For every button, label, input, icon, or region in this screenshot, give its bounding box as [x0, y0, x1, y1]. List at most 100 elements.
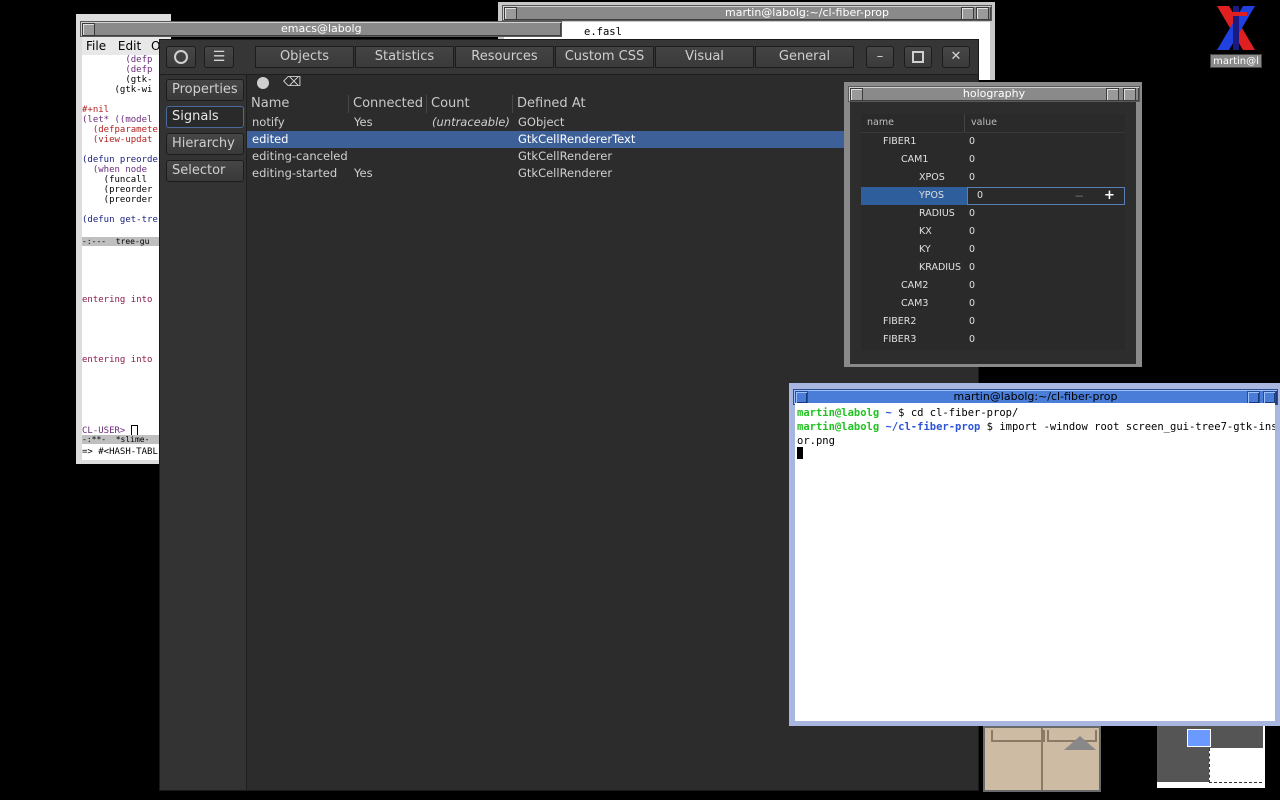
tab-resources[interactable]: Resources: [455, 46, 554, 68]
prompt-user: martin@labolg: [797, 421, 880, 433]
menu-file[interactable]: File: [86, 39, 106, 53]
sidebar-item-hierarchy[interactable]: Hierarchy: [166, 133, 244, 155]
value-spin-button[interactable]: 0 − +: [967, 187, 1125, 205]
tree-row[interactable]: YPOS 0 − +: [861, 187, 1125, 205]
column-header-name[interactable]: Name: [247, 95, 349, 113]
tree-row[interactable]: FIBER3 0: [861, 331, 1125, 349]
inspector-headerbar: ☰ Objects Statistics Resources Custom CSS Vi…: [160, 40, 978, 75]
code-line: (gtk-: [82, 75, 153, 85]
parameter-tree[interactable]: name value FIBER1 0 CAM1 0 XPOS 0 YPOS 0− + RADIU…: [861, 114, 1125, 350]
holography-content: name value FIBER1 0 CAM1 0 XPOS 0 YPOS 0− + RADIU…: [850, 102, 1136, 364]
maximize-icon[interactable]: [976, 7, 989, 20]
tree-row-value[interactable]: 0: [969, 259, 975, 277]
xterm-window[interactable]: martin@labolg:~/cl-fiber-prop martin@lab…: [789, 383, 1280, 726]
tree-row-value[interactable]: 0: [969, 223, 975, 241]
tree-row-value[interactable]: 0: [969, 277, 975, 295]
close-button[interactable]: ✕: [942, 46, 970, 68]
tree-row-value[interactable]: 0: [969, 313, 975, 331]
sidebar-item-selector[interactable]: Selector: [166, 160, 244, 182]
emacs-title: emacs@labolg: [281, 22, 362, 35]
pager-cell-2[interactable]: [1157, 726, 1265, 788]
x-logo-icon: [1213, 4, 1259, 52]
iconify-icon[interactable]: [850, 88, 863, 101]
tree-row-value[interactable]: 0: [969, 169, 975, 187]
desktop-pager[interactable]: [981, 726, 1280, 800]
column-header-count[interactable]: Count: [427, 95, 513, 113]
tree-row-name: KY: [919, 244, 931, 255]
minimize-button[interactable]: –: [866, 46, 894, 68]
terminal-line-2: martin@labolg ~/cl-fiber-prop $ import -…: [797, 421, 1275, 433]
object-picker-button[interactable]: [166, 46, 196, 68]
tree-row-value[interactable]: 0: [969, 295, 975, 313]
tree-row-value[interactable]: 0: [969, 331, 975, 349]
pager-window-thumb: [1187, 729, 1211, 747]
clear-button[interactable]: ⌫: [283, 76, 301, 90]
resize-icon[interactable]: [1106, 88, 1119, 101]
minus-icon[interactable]: −: [1074, 187, 1084, 205]
iconify-icon[interactable]: [82, 23, 95, 36]
emacs-titlebar[interactable]: emacs@labolg: [80, 21, 562, 37]
repl-output-line: entering into: [82, 355, 153, 365]
back-terminal-titlebar[interactable]: martin@labolg:~/cl-fiber-prop: [502, 5, 992, 21]
record-button[interactable]: [257, 77, 269, 89]
holography-titlebar[interactable]: holography: [848, 86, 1140, 102]
terminal-cursor: [797, 447, 803, 459]
menu-edit[interactable]: Edit: [118, 39, 141, 53]
tree-row-value[interactable]: 0: [969, 151, 975, 169]
tab-objects[interactable]: Objects: [255, 46, 354, 68]
maximize-button[interactable]: [904, 46, 932, 68]
sidebar-item-signals[interactable]: Signals: [166, 106, 244, 128]
tree-row-value[interactable]: 0: [969, 133, 975, 151]
code-line: (gtk-wi: [82, 85, 153, 95]
signal-name-cell: notify: [252, 115, 285, 129]
tree-header-divider: [964, 114, 965, 132]
maximize-icon[interactable]: [1123, 88, 1136, 101]
tree-row[interactable]: FIBER1 0: [861, 133, 1125, 151]
code-line: (defun get-tre: [82, 215, 158, 225]
sidebar-item-properties[interactable]: Properties: [166, 79, 244, 101]
tree-row[interactable]: KY 0: [861, 241, 1125, 259]
prompt-path: ~: [885, 407, 892, 419]
emacs-buffer[interactable]: (defp (defp (gtk- (gtk-wi #+nil (let* ((mo…: [82, 55, 171, 460]
tree-row[interactable]: KRADIUS 0: [861, 259, 1125, 277]
emacs-window[interactable]: emacs@labolg File Edit O (defp (defp (gt…: [76, 14, 562, 464]
triangle-icon: [1064, 736, 1096, 750]
code-line: (defparamete: [82, 125, 158, 135]
desktop-x-icon[interactable]: martin@l: [1210, 2, 1262, 70]
menu-button[interactable]: ☰: [204, 46, 234, 68]
pager-cell-1[interactable]: [983, 726, 1101, 792]
tree-row-name: FIBER3: [883, 334, 917, 345]
code-line: (funcall: [82, 175, 153, 185]
back-terminal-text: e.fasl: [584, 26, 622, 38]
tree-row[interactable]: FIBER2 0: [861, 313, 1125, 331]
tab-general[interactable]: General: [755, 46, 854, 68]
plus-icon[interactable]: +: [1104, 187, 1115, 205]
tree-header-value[interactable]: value: [971, 114, 997, 132]
back-terminal-title: martin@labolg:~/cl-fiber-prop: [724, 6, 889, 19]
tab-custom-css[interactable]: Custom CSS: [555, 46, 654, 68]
command-text: $ cd cl-fiber-prop/: [898, 407, 1019, 419]
pager-window-thumb: [1157, 748, 1210, 782]
iconify-icon[interactable]: [504, 7, 517, 20]
terminal-line-1: martin@labolg ~ $ cd cl-fiber-prop/: [797, 407, 1018, 419]
tree-row[interactable]: KX 0: [861, 223, 1125, 241]
tree-row-value[interactable]: 0: [969, 241, 975, 259]
tree-row-value[interactable]: 0: [969, 205, 975, 223]
pager-window-thumb: [1209, 748, 1262, 783]
resize-icon[interactable]: [961, 7, 974, 20]
tree-row[interactable]: CAM1 0: [861, 151, 1125, 169]
tab-statistics[interactable]: Statistics: [355, 46, 454, 68]
spin-value[interactable]: 0: [977, 187, 983, 205]
command-text: $ import -window root screen_gui-tree7-g…: [986, 421, 1275, 433]
column-header-connected[interactable]: Connected: [349, 95, 427, 113]
xterm-screen[interactable]: martin@labolg ~ $ cd cl-fiber-prop/ mart…: [795, 403, 1275, 721]
holography-window[interactable]: holography name value FIBER1 0 CAM1 0 XPOS 0 Y…: [844, 82, 1142, 367]
emacs-modeline-bottom: -:**- *slime-: [82, 435, 171, 444]
tree-header-name[interactable]: name: [867, 114, 894, 132]
hamburger-icon: ☰: [212, 49, 226, 65]
tree-row[interactable]: CAM2 0: [861, 277, 1125, 295]
tree-row[interactable]: CAM3 0: [861, 295, 1125, 313]
tree-row[interactable]: XPOS 0: [861, 169, 1125, 187]
tab-visual[interactable]: Visual: [655, 46, 754, 68]
tree-row[interactable]: RADIUS 0: [861, 205, 1125, 223]
